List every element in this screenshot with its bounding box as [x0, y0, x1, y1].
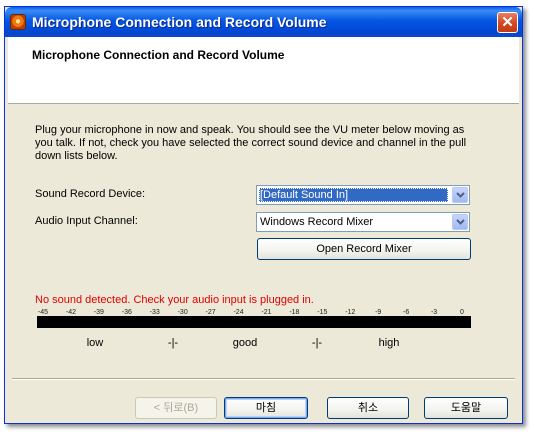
instructions-text: Plug your microphone in now and speak. Y… [35, 124, 485, 163]
vu-scale-tick: -18 [289, 309, 300, 316]
vu-scale-tick: -12 [345, 309, 356, 316]
vu-zone-label: high [378, 337, 400, 349]
vu-zone-label: low [86, 337, 104, 349]
cancel-button[interactable]: 취소 [327, 397, 409, 419]
audio-channel-label: Audio Input Channel: [35, 215, 138, 227]
vu-scale-tick: -39 [93, 309, 104, 316]
vu-scale-tick: -24 [233, 309, 244, 316]
vu-scale-tick: -9 [375, 309, 382, 316]
wizard-content: Plug your microphone in now and speak. Y… [8, 104, 519, 420]
vu-scale-tick: -27 [205, 309, 216, 316]
audio-channel-dropdown[interactable]: Windows Record Mixer [256, 212, 470, 232]
wizard-window: Microphone Connection and Record Volume … [4, 6, 523, 424]
instructions-line: you talk. If not, check you have selecte… [35, 137, 467, 149]
vu-scale-tick: -33 [149, 309, 160, 316]
vu-scale-tick: -36 [121, 309, 132, 316]
sound-device-value: [Default Sound In] [259, 188, 448, 202]
vu-scale-tick: -3 [430, 309, 438, 316]
microphone-app-icon [10, 14, 26, 30]
status-message: No sound detected. Check your audio inpu… [35, 294, 314, 306]
instructions-line: down lists below. [35, 150, 118, 162]
help-button[interactable]: 도움말 [424, 397, 508, 419]
wizard-header: Microphone Connection and Record Volume [8, 37, 519, 104]
vu-scale-tick: 0 [460, 309, 464, 316]
vu-scale-tick: -15 [317, 309, 328, 316]
vu-scale-tick: -30 [177, 309, 188, 316]
back-button[interactable]: < 뒤로(B) [135, 397, 217, 419]
vu-meter [37, 316, 471, 328]
instructions-line: Plug your microphone in now and speak. Y… [35, 124, 465, 136]
vu-zone-label: -|- [311, 337, 323, 349]
close-button[interactable]: ✕ [497, 12, 518, 33]
vu-scale-tick: -6 [403, 309, 410, 316]
window-title: Microphone Connection and Record Volume [32, 14, 327, 30]
chevron-down-icon[interactable] [452, 187, 468, 203]
title-bar[interactable]: Microphone Connection and Record Volume … [5, 7, 522, 37]
sound-device-dropdown[interactable]: [Default Sound In] [256, 185, 470, 205]
close-icon: ✕ [501, 14, 514, 31]
vu-zone-label: -|- [167, 337, 179, 349]
vu-zone-label: good [232, 337, 258, 349]
finish-button[interactable]: 마침 [224, 397, 308, 419]
vu-scale-tick: -21 [261, 309, 272, 316]
vu-zones: low -|- good -|- high [37, 337, 471, 351]
open-record-mixer-button[interactable]: Open Record Mixer [257, 238, 471, 260]
page-title: Microphone Connection and Record Volume [32, 48, 285, 62]
footer-divider [12, 378, 515, 380]
vu-scale-tick: -42 [65, 309, 76, 316]
sound-device-label: Sound Record Device: [35, 188, 146, 200]
vu-scale-tick: -45 [37, 309, 49, 316]
audio-channel-value: Windows Record Mixer [260, 216, 374, 228]
chevron-down-icon[interactable] [452, 214, 468, 230]
